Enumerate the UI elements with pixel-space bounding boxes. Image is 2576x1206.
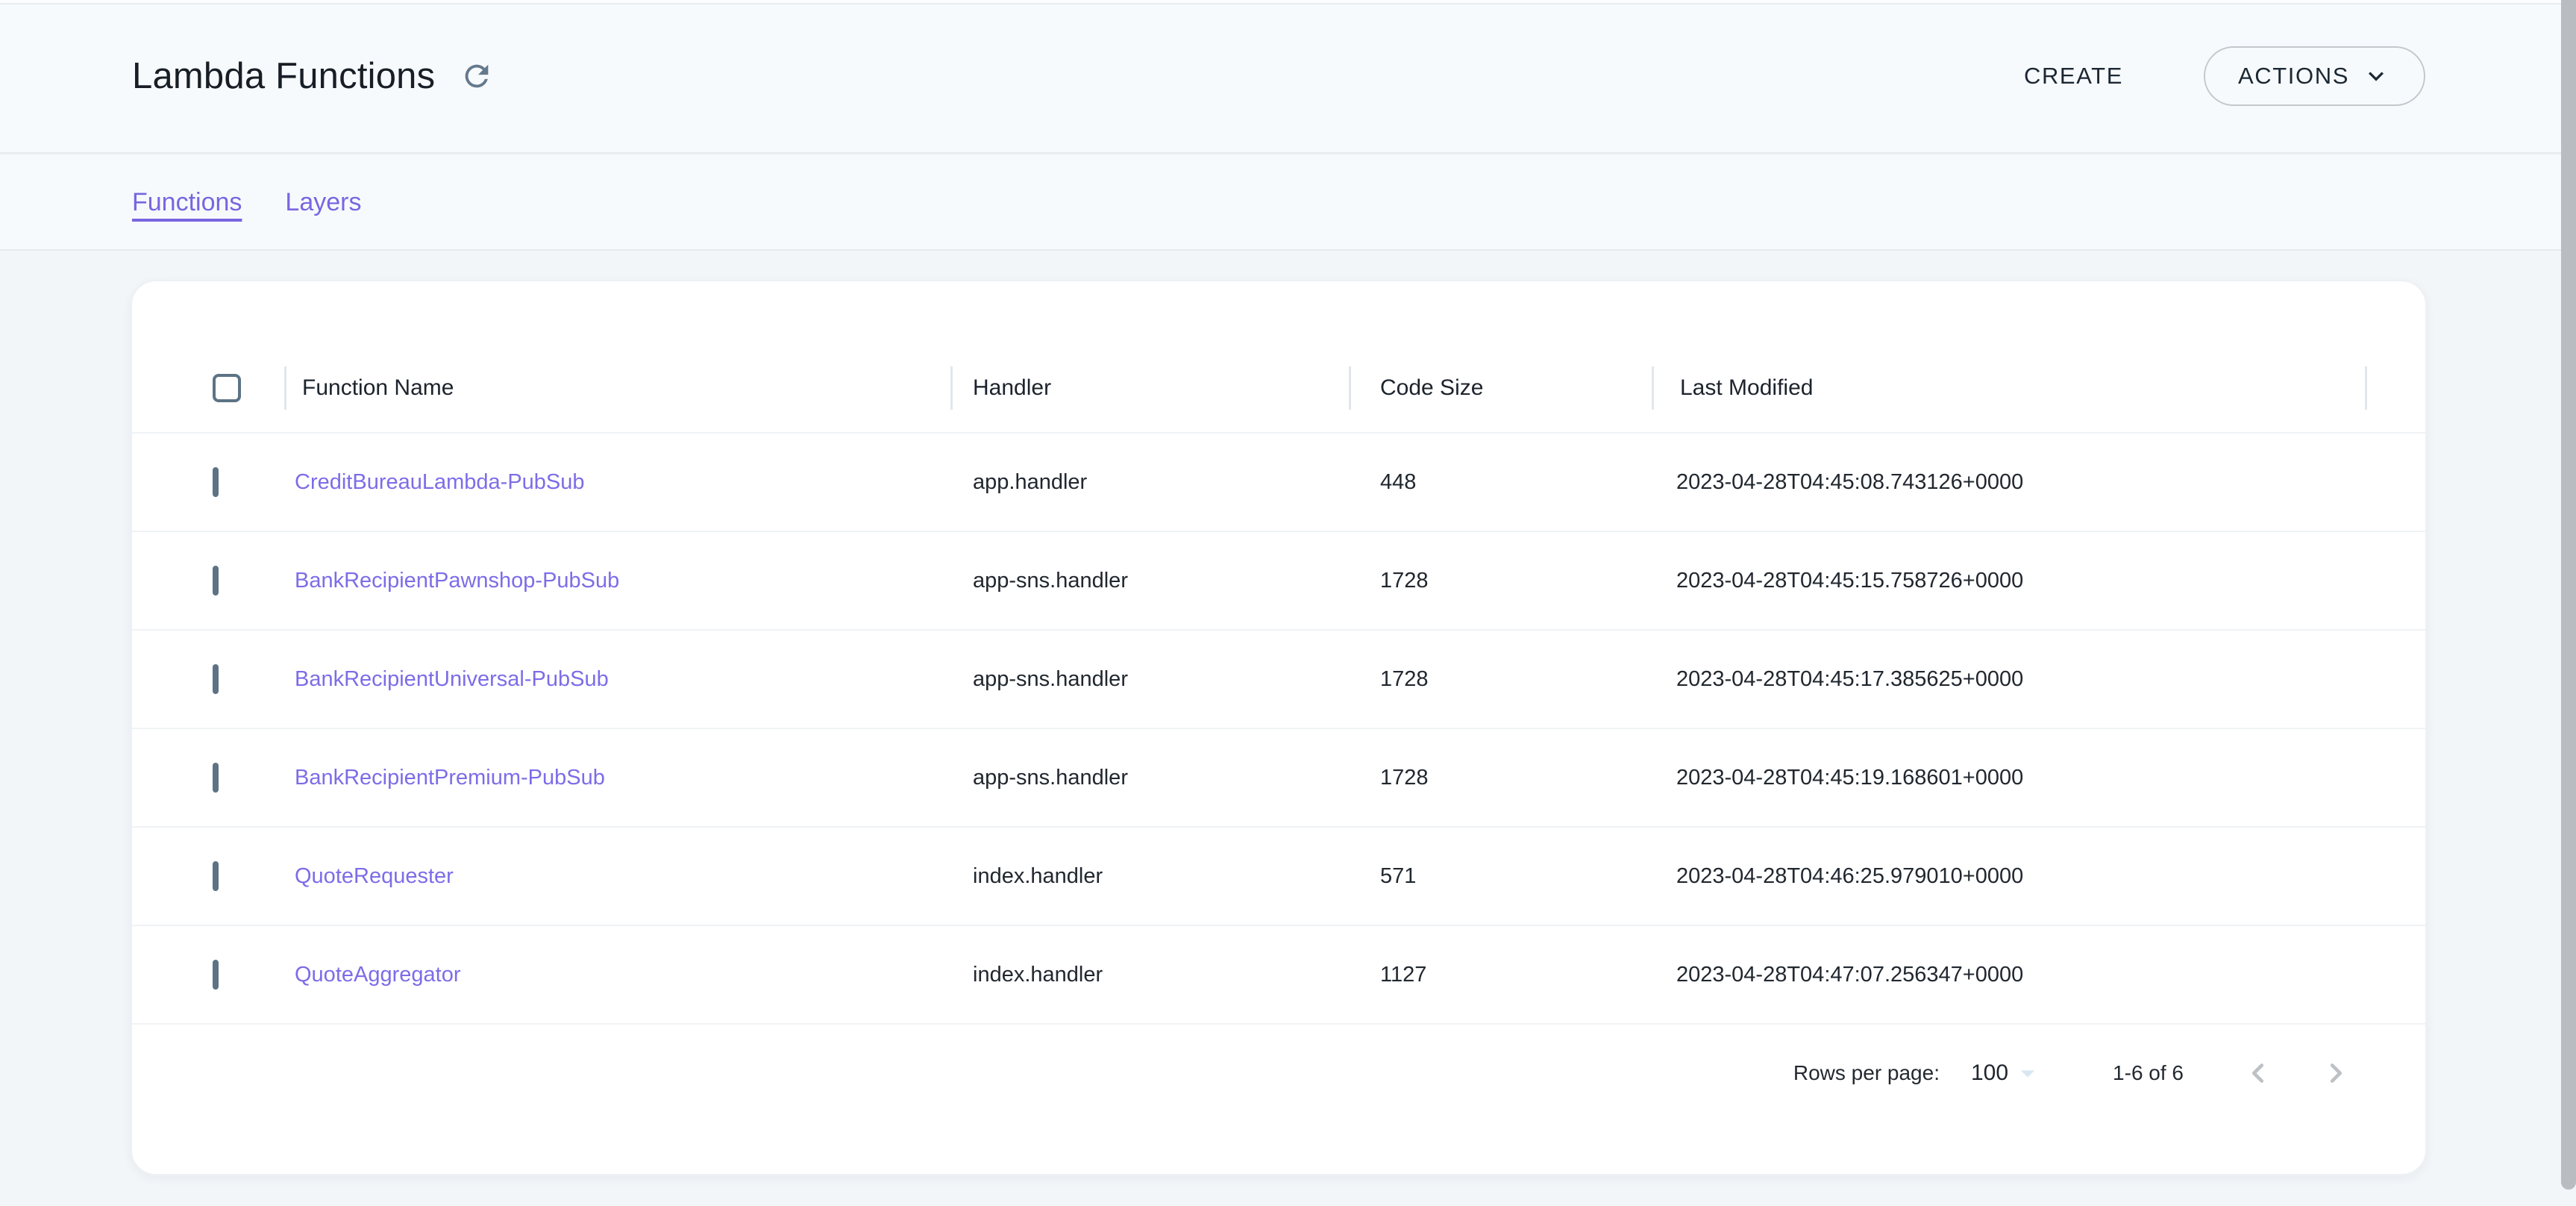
row-checkbox-cell: [132, 667, 284, 692]
row-checkbox[interactable]: [213, 861, 219, 891]
chevron-left-icon: [2241, 1056, 2275, 1090]
code-size-cell: 1728: [1349, 766, 1652, 790]
header-actions: CREATE ACTIONS: [2019, 46, 2425, 106]
chevron-right-icon: [2319, 1056, 2353, 1090]
handler-cell: app-sns.handler: [950, 766, 1349, 790]
function-name-link[interactable]: QuoteRequester: [295, 864, 454, 888]
title-group: Lambda Functions: [132, 55, 496, 97]
table-header-row: Function Name Handler Code Size Last Mod…: [132, 344, 2425, 432]
rows-per-page-label: Rows per page:: [1793, 1061, 1940, 1085]
function-name-cell: BankRecipientPawnshop-PubSub: [284, 569, 950, 593]
last-modified-cell: 2023-04-28T04:45:15.758726+0000: [1652, 569, 2365, 593]
tab-layers[interactable]: Layers: [285, 188, 361, 217]
tab-functions[interactable]: Functions: [132, 188, 242, 217]
row-checkbox[interactable]: [213, 566, 219, 596]
function-name-cell: QuoteRequester: [284, 864, 950, 889]
select-all-checkbox[interactable]: [213, 374, 241, 402]
column-header-code-size[interactable]: Code Size: [1349, 344, 1652, 432]
pagination-bar: Rows per page: 100 1-6 of 6: [132, 1023, 2425, 1122]
code-size-cell: 448: [1349, 470, 1652, 495]
table-row: QuoteRequester index.handler 571 2023-04…: [132, 826, 2425, 925]
function-name-link[interactable]: BankRecipientPawnshop-PubSub: [295, 569, 619, 593]
header-checkbox-cell: [132, 344, 284, 432]
row-checkbox-cell: [132, 470, 284, 495]
row-checkbox[interactable]: [213, 664, 219, 694]
handler-cell: index.handler: [950, 864, 1349, 889]
function-name-link[interactable]: BankRecipientUniversal-PubSub: [295, 667, 609, 691]
table-row: BankRecipientUniversal-PubSub app-sns.ha…: [132, 629, 2425, 728]
last-modified-cell: 2023-04-28T04:45:19.168601+0000: [1652, 766, 2365, 790]
handler-cell: app.handler: [950, 470, 1349, 495]
vertical-scrollbar-thumb[interactable]: [2561, 0, 2576, 1190]
rows-per-page-value: 100: [1971, 1060, 2008, 1086]
tab-bar: Functions Layers: [0, 155, 2576, 251]
function-name-cell: BankRecipientUniversal-PubSub: [284, 667, 950, 692]
handler-cell: app-sns.handler: [950, 667, 1349, 692]
table-row: BankRecipientPremium-PubSub app-sns.hand…: [132, 728, 2425, 826]
create-button[interactable]: CREATE: [2019, 49, 2128, 103]
code-size-cell: 1728: [1349, 667, 1652, 692]
row-checkbox-cell: [132, 766, 284, 790]
code-size-cell: 571: [1349, 864, 1652, 889]
function-name-link[interactable]: CreditBureauLambda-PubSub: [295, 470, 585, 494]
refresh-icon: [460, 59, 494, 93]
column-header-spacer: [2365, 344, 2425, 432]
actions-button-label: ACTIONS: [2238, 63, 2349, 90]
rows-per-page-select[interactable]: 100: [1971, 1057, 2044, 1090]
column-header-last-modified[interactable]: Last Modified: [1652, 344, 2365, 432]
actions-button[interactable]: ACTIONS: [2204, 46, 2425, 106]
table-row: QuoteAggregator index.handler 1127 2023-…: [132, 925, 2425, 1023]
function-name-cell: CreditBureauLambda-PubSub: [284, 470, 950, 495]
function-name-cell: BankRecipientPremium-PubSub: [284, 766, 950, 790]
row-checkbox-cell: [132, 864, 284, 889]
refresh-button[interactable]: [457, 57, 496, 96]
last-modified-cell: 2023-04-28T04:45:17.385625+0000: [1652, 667, 2365, 692]
function-name-link[interactable]: BankRecipientPremium-PubSub: [295, 766, 605, 790]
row-checkbox-cell: [132, 569, 284, 593]
row-checkbox-cell: [132, 963, 284, 987]
next-page-button[interactable]: [2318, 1055, 2354, 1091]
handler-cell: index.handler: [950, 963, 1349, 987]
column-header-function-name[interactable]: Function Name: [284, 344, 950, 432]
table-body: CreditBureauLambda-PubSub app.handler 44…: [132, 432, 2425, 1023]
page-title: Lambda Functions: [132, 55, 435, 97]
row-checkbox[interactable]: [213, 763, 219, 793]
row-checkbox[interactable]: [213, 467, 219, 497]
code-size-cell: 1728: [1349, 569, 1652, 593]
function-name-cell: QuoteAggregator: [284, 963, 950, 987]
row-checkbox[interactable]: [213, 960, 219, 990]
last-modified-cell: 2023-04-28T04:46:25.979010+0000: [1652, 864, 2365, 889]
functions-table-card: Function Name Handler Code Size Last Mod…: [131, 280, 2427, 1175]
table-row: BankRecipientPawnshop-PubSub app-sns.han…: [132, 531, 2425, 629]
pagination-range-label: 1-6 of 6: [2113, 1061, 2184, 1085]
chevron-down-icon: [2361, 61, 2391, 91]
table-row: CreditBureauLambda-PubSub app.handler 44…: [132, 432, 2425, 531]
function-name-link[interactable]: QuoteAggregator: [295, 963, 460, 987]
previous-page-button[interactable]: [2240, 1055, 2276, 1091]
top-bar: Lambda Functions CREATE ACTIONS: [0, 0, 2576, 154]
code-size-cell: 1127: [1349, 963, 1652, 987]
last-modified-cell: 2023-04-28T04:45:08.743126+0000: [1652, 470, 2365, 495]
last-modified-cell: 2023-04-28T04:47:07.256347+0000: [1652, 963, 2365, 987]
handler-cell: app-sns.handler: [950, 569, 1349, 593]
dropdown-arrow-icon: [2011, 1057, 2044, 1090]
column-header-handler[interactable]: Handler: [950, 344, 1349, 432]
